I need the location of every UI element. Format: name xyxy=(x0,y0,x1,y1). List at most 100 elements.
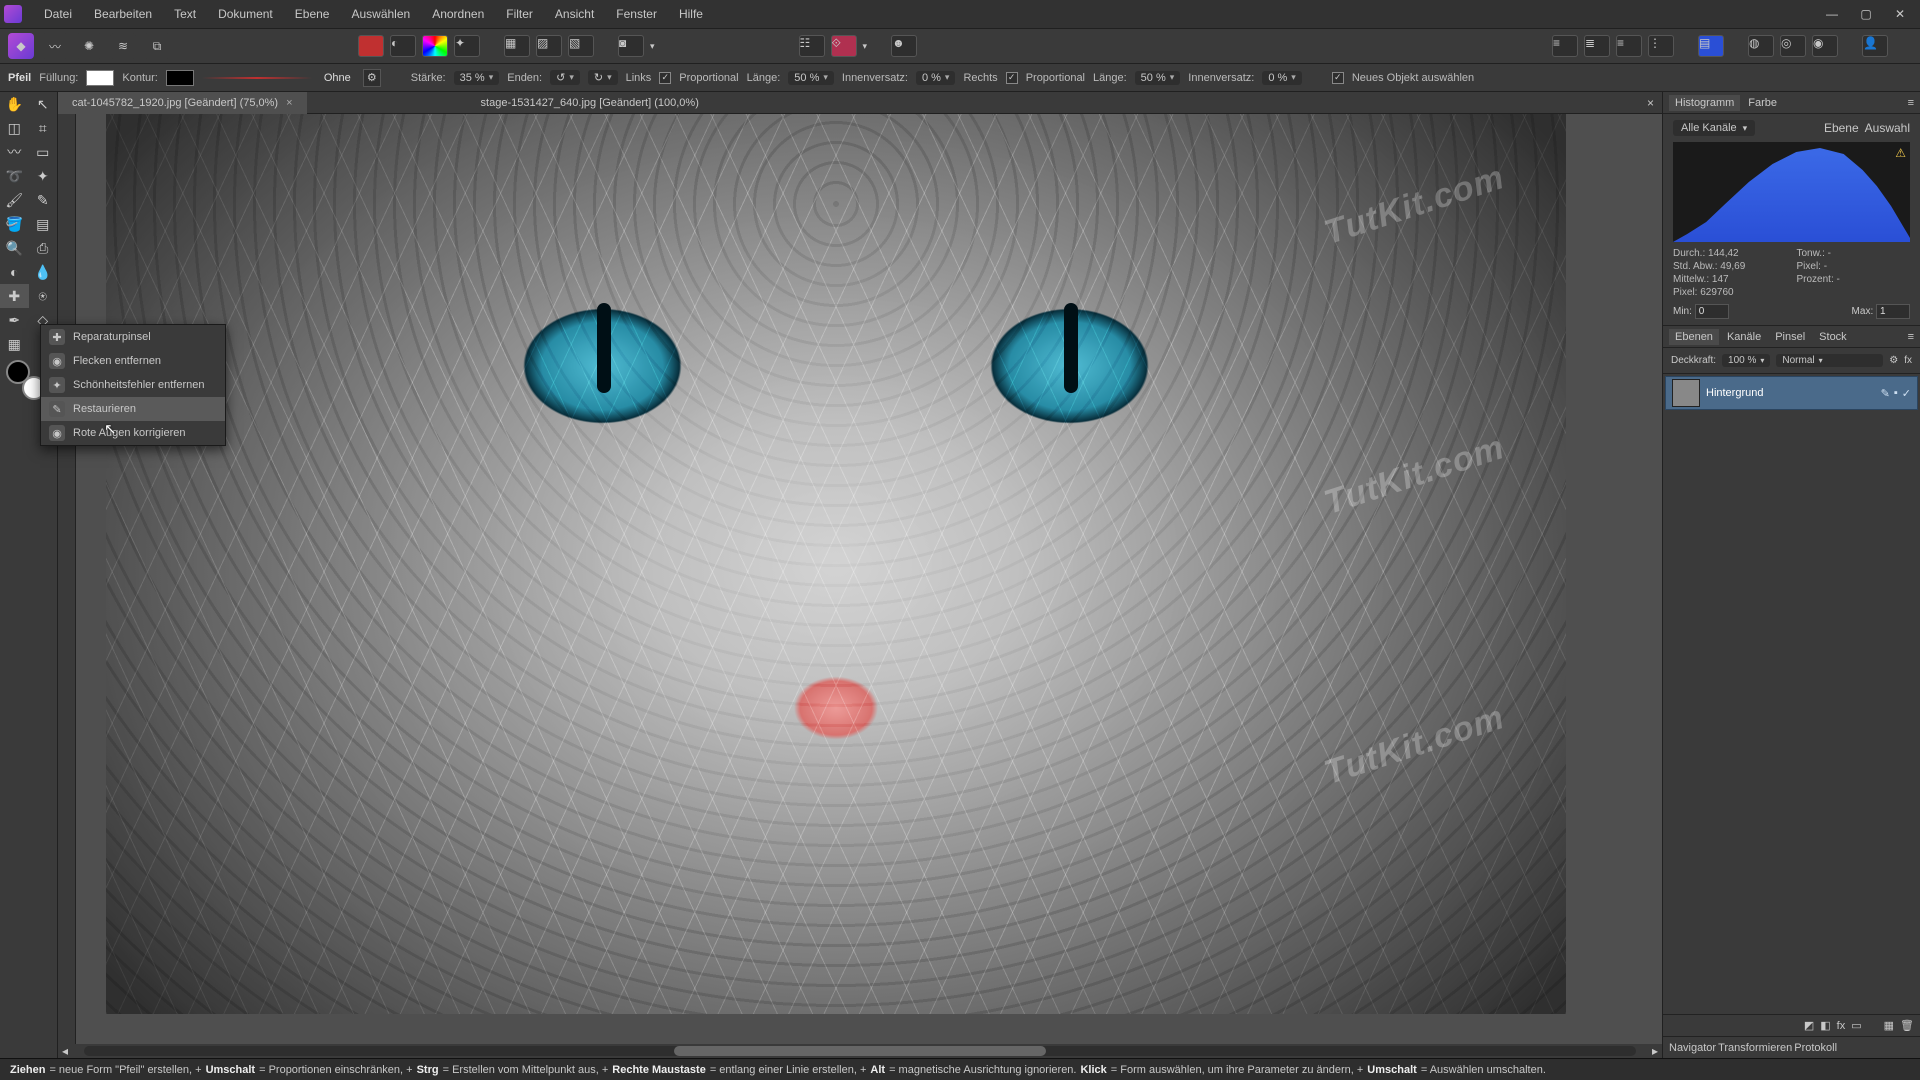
order-icon[interactable]: ▤ xyxy=(1698,35,1724,57)
histo-auswahl-button[interactable]: Auswahl xyxy=(1865,121,1910,135)
ends-right-dropdown[interactable]: ↻ xyxy=(588,70,618,85)
selection-brush-icon[interactable]: 〰 xyxy=(0,140,29,164)
stroke-swatch[interactable] xyxy=(166,70,194,86)
inset-right-dropdown[interactable]: 0 % xyxy=(1262,71,1302,85)
align-right-icon[interactable]: ≡ xyxy=(1616,35,1642,57)
live-stack3-icon[interactable]: ◉ xyxy=(1812,35,1838,57)
marquee-tool-icon[interactable]: ▭ xyxy=(29,140,58,164)
layer-row[interactable]: Hintergrund ✎ ▪ ✓ xyxy=(1665,376,1918,410)
tab-ebenen[interactable]: Ebenen xyxy=(1669,329,1719,345)
menu-text[interactable]: Text xyxy=(164,3,206,25)
menu-datei[interactable]: Datei xyxy=(34,3,82,25)
add-layer-icon[interactable]: ▦ xyxy=(1884,1019,1894,1032)
prop-right-checkbox[interactable]: ✓ xyxy=(1006,72,1018,84)
group-icon[interactable]: ▭ xyxy=(1851,1019,1861,1032)
pen-tool-icon[interactable]: ✒ xyxy=(0,308,29,332)
menu-dokument[interactable]: Dokument xyxy=(208,3,283,25)
flyout-flecken[interactable]: ◉Flecken entfernen xyxy=(41,349,225,373)
delete-layer-icon[interactable]: 🗑 xyxy=(1900,1019,1914,1032)
histo-ebene-button[interactable]: Ebene xyxy=(1824,121,1859,135)
tab-pinsel[interactable]: Pinsel xyxy=(1769,329,1811,345)
align-dist-icon[interactable]: ⋮ xyxy=(1648,35,1674,57)
scrollbar-horizontal[interactable]: ◂ ▸ xyxy=(58,1044,1662,1058)
snap-icon[interactable]: ⟐ xyxy=(831,35,857,57)
tab-histogramm[interactable]: Histogramm xyxy=(1669,95,1740,111)
brush-tool-icon[interactable]: 🖌 xyxy=(0,188,29,212)
healing-tool-icon[interactable]: ✚ xyxy=(0,284,29,308)
length-right-dropdown[interactable]: 50 % xyxy=(1135,71,1181,85)
fg-color-swatch[interactable] xyxy=(6,360,30,384)
min-input[interactable] xyxy=(1695,304,1729,319)
account-icon[interactable]: 👤 xyxy=(1862,35,1888,57)
menu-ansicht[interactable]: Ansicht xyxy=(545,3,604,25)
adjust-icon[interactable]: ◧ xyxy=(1820,1019,1830,1032)
layer-name[interactable]: Hintergrund xyxy=(1706,387,1881,399)
gradient-tool-icon[interactable]: ▤ xyxy=(29,212,58,236)
inset-left-dropdown[interactable]: 0 % xyxy=(916,71,956,85)
move-tool-icon[interactable]: ↖ xyxy=(29,92,58,116)
layer-visible-icon[interactable]: ✓ xyxy=(1902,387,1911,400)
tab-stock[interactable]: Stock xyxy=(1813,329,1853,345)
selection-add-icon[interactable]: ▦ xyxy=(504,35,530,57)
menu-fenster[interactable]: Fenster xyxy=(606,3,667,25)
align-left-icon[interactable]: ≡ xyxy=(1552,35,1578,57)
smudge-tool-icon[interactable]: 💧 xyxy=(29,260,58,284)
channel-dropdown[interactable]: Alle Kanäle xyxy=(1673,120,1755,136)
flyout-restaurieren[interactable]: ✎Restaurieren xyxy=(41,397,225,421)
crop-tool-icon[interactable]: ⌗ xyxy=(29,116,58,140)
fx-icon[interactable]: fx xyxy=(1837,1020,1846,1032)
persona-liquify-icon[interactable]: 〰 xyxy=(42,33,68,59)
persona-export-icon[interactable]: ⧉ xyxy=(144,33,170,59)
autocolor-icon[interactable]: ✦ xyxy=(454,35,480,57)
fill-tool-icon[interactable]: 🪣 xyxy=(0,212,29,236)
menu-bearbeiten[interactable]: Bearbeiten xyxy=(84,3,162,25)
tab-transformieren[interactable]: Transformieren xyxy=(1718,1042,1792,1054)
window-maximize-button[interactable]: ▢ xyxy=(1850,3,1882,25)
picker-icon[interactable]: ◐ xyxy=(390,35,416,57)
strength-dropdown[interactable]: 35 % xyxy=(454,71,500,85)
flyout-schoenheitsfehler[interactable]: ✦Schönheitsfehler entfernen xyxy=(41,373,225,397)
arrange-icon[interactable]: ☷ xyxy=(799,35,825,57)
tab-cat-image[interactable]: cat-1045782_1920.jpg [Geändert] (75,0%) … xyxy=(58,92,307,114)
menu-anordnen[interactable]: Anordnen xyxy=(422,3,494,25)
window-minimize-button[interactable]: — xyxy=(1816,3,1848,25)
tab-navigator[interactable]: Navigator xyxy=(1669,1042,1716,1054)
tabgroup-close-icon[interactable]: × xyxy=(1639,96,1662,110)
selection-int-icon[interactable]: ▧ xyxy=(568,35,594,57)
ends-left-dropdown[interactable]: ↺ xyxy=(550,70,580,85)
max-input[interactable] xyxy=(1876,304,1910,319)
tab-stage-image[interactable]: stage-1531427_640.jpg [Geändert] (100,0%… xyxy=(467,92,713,114)
pencil-tool-icon[interactable]: ✎ xyxy=(29,188,58,212)
persona-develop-icon[interactable]: ✺ xyxy=(76,33,102,59)
persona-tone-icon[interactable]: ≋ xyxy=(110,33,136,59)
lasso-tool-icon[interactable]: ➰ xyxy=(0,164,29,188)
prop-left-checkbox[interactable]: ✓ xyxy=(659,72,671,84)
live-stack-icon[interactable]: ◍ xyxy=(1748,35,1774,57)
shape-tool-icon[interactable]: ▦ xyxy=(0,332,29,356)
window-close-button[interactable]: ✕ xyxy=(1884,3,1916,25)
tab-kanaele[interactable]: Kanäle xyxy=(1721,329,1767,345)
selection-sub-icon[interactable]: ▨ xyxy=(536,35,562,57)
menu-filter[interactable]: Filter xyxy=(496,3,543,25)
menu-auswaehlen[interactable]: Auswählen xyxy=(341,3,420,25)
color-wheel-icon[interactable] xyxy=(422,35,448,57)
tab-protokoll[interactable]: Protokoll xyxy=(1794,1042,1837,1054)
canvas-stage[interactable]: TutKit.com TutKit.com TutKit.com xyxy=(76,114,1662,1044)
layer-fx-icon[interactable]: fx xyxy=(1904,355,1912,366)
menu-ebene[interactable]: Ebene xyxy=(285,3,340,25)
mask-icon[interactable]: ◩ xyxy=(1804,1019,1814,1032)
panel-menu-icon[interactable]: ≡ xyxy=(1908,331,1914,343)
layer-lock-icon[interactable]: ▪ xyxy=(1894,387,1898,400)
opacity-dropdown[interactable]: 100 % xyxy=(1722,354,1770,367)
menu-hilfe[interactable]: Hilfe xyxy=(669,3,713,25)
tab-close-icon[interactable]: × xyxy=(286,97,292,109)
layer-thumbnail-icon[interactable] xyxy=(1672,379,1700,407)
scrollbar-thumb[interactable] xyxy=(674,1046,1046,1056)
live-stack2-icon[interactable]: ◎ xyxy=(1780,35,1806,57)
layer-gear-icon[interactable]: ⚙ xyxy=(1889,355,1898,366)
flyout-reparaturpinsel[interactable]: ✚Reparaturpinsel xyxy=(41,325,225,349)
persona-photo-icon[interactable]: ◆ xyxy=(8,33,34,59)
layer-edit-icon[interactable]: ✎ xyxy=(1881,387,1890,400)
zoom-tool-icon[interactable]: 🔍 xyxy=(0,236,29,260)
flyout-rote-augen[interactable]: ◉Rote Augen korrigieren xyxy=(41,421,225,445)
